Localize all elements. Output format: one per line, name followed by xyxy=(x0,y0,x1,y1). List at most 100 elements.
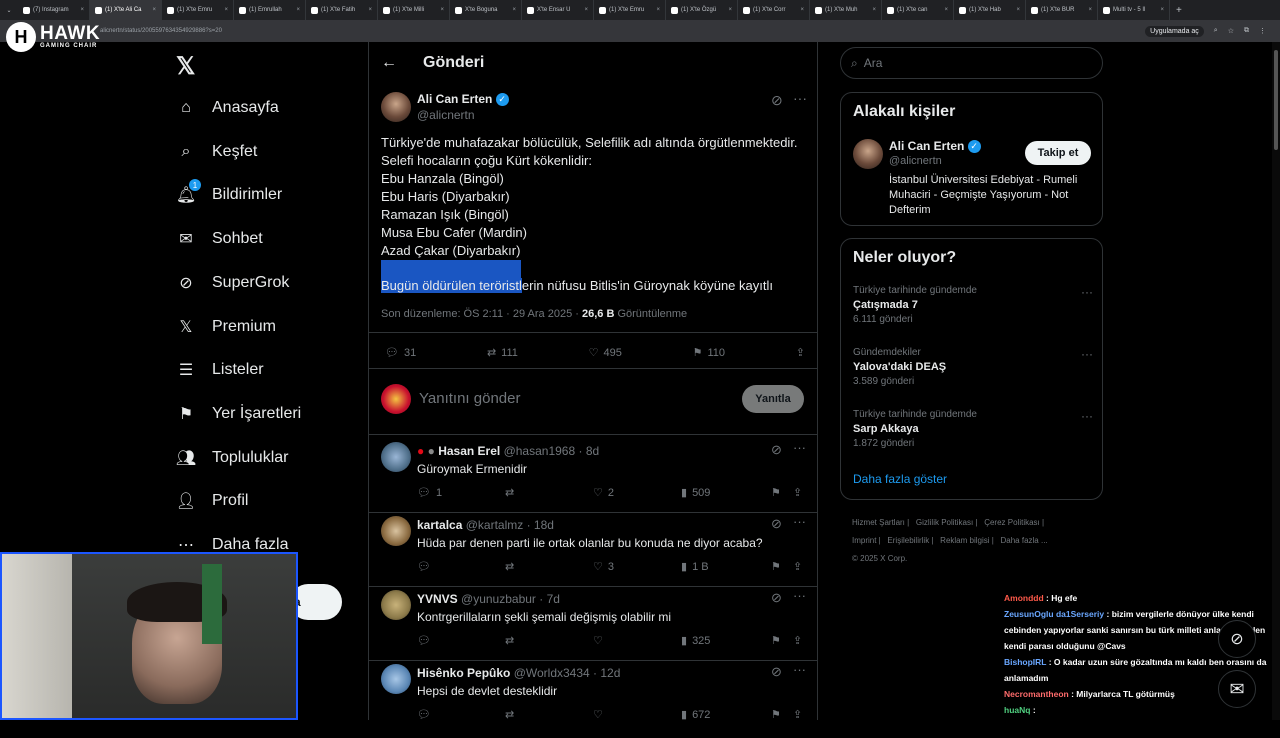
browser-tab[interactable]: (1) X'te Muh × xyxy=(810,0,882,20)
browser-tab[interactable]: (1) Emrullah × xyxy=(234,0,306,20)
close-icon[interactable]: × xyxy=(512,7,516,13)
reply-button[interactable]: 💬︎ 1 xyxy=(417,486,505,500)
reply-item[interactable]: ● ● Hasan Erel @hasan1968 · 8d ⊘ ··· Güroym… xyxy=(369,440,817,516)
browser-tab[interactable]: X'te Ensar U × xyxy=(522,0,594,20)
grok-icon[interactable]: ⊘ xyxy=(771,442,782,458)
close-icon[interactable]: × xyxy=(800,7,804,13)
browser-tab[interactable]: (1) X'te Ali Ca × xyxy=(90,0,162,20)
trend-item[interactable]: Türkiye tarihinde gündemde Sarp Akkaya 1.8… xyxy=(853,409,1093,449)
nav-item-sohbet[interactable]: ✉ Sohbet xyxy=(175,228,262,250)
more-options-icon[interactable]: ··· xyxy=(793,588,806,603)
nav-item-bildirimler[interactable]: 🔔︎ 1 Bildirimler xyxy=(175,179,282,206)
views-button[interactable]: ▮ 1 B xyxy=(681,560,771,574)
reply-button[interactable]: 💬︎ xyxy=(417,708,505,721)
more-options-icon[interactable]: ··· xyxy=(793,662,806,677)
reply-item[interactable]: Hisênko Pepûko @Worldx3434 · 12d ⊘ ··· Heps… xyxy=(369,662,817,738)
browser-tab[interactable]: (1) X'te Emru × xyxy=(594,0,666,20)
related-name[interactable]: Ali Can Erten xyxy=(889,139,964,153)
reply-input[interactable]: Yanıtını gönder xyxy=(419,390,520,407)
more-options-icon[interactable]: ··· xyxy=(793,514,806,529)
grok-icon[interactable]: ⊘ xyxy=(771,590,782,606)
share-button[interactable]: ⇪ xyxy=(793,486,802,499)
browser-tab[interactable]: (1) X'te Milli × xyxy=(378,0,450,20)
reply-time[interactable]: 8d xyxy=(586,444,599,458)
back-arrow-icon[interactable]: ← xyxy=(381,54,397,72)
like-button[interactable]: ♡ 495 xyxy=(589,346,622,360)
reply-button[interactable]: 💬︎ xyxy=(417,560,505,573)
reply-item[interactable]: kartalca @kartalmz · 18d ⊘ ··· Hüda par den… xyxy=(369,514,817,590)
bookmark-button[interactable]: ⚑ xyxy=(771,486,793,499)
repost-button[interactable]: ⇄ xyxy=(505,486,593,499)
repost-button[interactable]: ⇄ 111 xyxy=(487,346,518,360)
browser-tab[interactable]: (1) X'te Emru × xyxy=(162,0,234,20)
reply-time[interactable]: 7d xyxy=(547,592,560,606)
browser-tab[interactable]: (1) X'te Corr × xyxy=(738,0,810,20)
close-icon[interactable]: × xyxy=(296,7,300,13)
related-avatar[interactable] xyxy=(853,139,883,169)
like-button[interactable]: ♡ 3 xyxy=(593,560,681,574)
new-tab-icon[interactable]: + xyxy=(1170,5,1188,16)
footer-cookies[interactable]: Çerez Politikası xyxy=(984,518,1040,527)
star-icon[interactable]: ☆ xyxy=(1228,27,1234,35)
reply-avatar[interactable] xyxy=(381,664,411,694)
bookmark-button[interactable]: ⚑ xyxy=(771,634,793,647)
share-button[interactable]: ⇪ xyxy=(793,560,802,573)
footer-terms[interactable]: Hizmet Şartları xyxy=(852,518,905,527)
more-options-icon[interactable]: ··· xyxy=(1081,285,1093,299)
url-field[interactable]: alicnertn/status/2005597634354929886?s=2… xyxy=(100,28,222,34)
related-handle[interactable]: @alicnertn xyxy=(889,155,942,167)
views-button[interactable]: ▮ 325 xyxy=(681,634,771,648)
bookmark-button[interactable]: ⚑ xyxy=(771,560,793,573)
close-icon[interactable]: × xyxy=(1088,7,1092,13)
repost-button[interactable]: ⇄ xyxy=(505,708,593,721)
reply-author-name[interactable]: YVNVS xyxy=(417,592,458,606)
reply-author-name[interactable]: Hisênko Pepûko xyxy=(417,666,510,680)
share-button[interactable]: ⇪ xyxy=(796,346,805,359)
nav-item-supergrok[interactable]: ⊘ SuperGrok xyxy=(175,272,289,294)
like-button[interactable]: ♡ 2 xyxy=(593,486,681,500)
trend-item[interactable]: Gündemdekiler Yalova'daki DEAŞ 3.589 gönde… xyxy=(853,347,1093,387)
reply-author-handle[interactable]: @hasan1968 xyxy=(504,444,576,458)
nav-item-yer-i̇şaretleri[interactable]: ⚑ Yer İşaretleri xyxy=(175,403,301,425)
grok-icon[interactable]: ⊘ xyxy=(771,516,782,532)
bookmark-button[interactable]: ⚑ 110 xyxy=(693,346,725,360)
post-timestamp[interactable]: Son düzenleme: ÖS 2:11 · 29 Ara 2025 · xyxy=(381,308,582,320)
like-button[interactable]: ♡ xyxy=(593,708,681,721)
repost-button[interactable]: ⇄ xyxy=(505,560,593,573)
footer-imprint[interactable]: Imprint xyxy=(852,536,876,545)
reply-time[interactable]: 18d xyxy=(534,518,554,532)
author-name[interactable]: Ali Can Erten xyxy=(417,92,492,106)
show-more-link[interactable]: Daha fazla göster xyxy=(853,472,947,486)
open-in-app-button[interactable]: Uygulamada aç xyxy=(1145,25,1204,37)
scrollbar-thumb[interactable] xyxy=(1274,50,1278,150)
reply-avatar[interactable] xyxy=(381,442,411,472)
browser-tab[interactable]: (1) X'te Fatih × xyxy=(306,0,378,20)
browser-tab[interactable]: X'te Boguna × xyxy=(450,0,522,20)
extensions-icon[interactable]: ⧉ xyxy=(1244,27,1249,35)
like-button[interactable]: ♡ xyxy=(593,634,681,647)
nav-item-profil[interactable]: 👤︎ Profil xyxy=(175,490,249,512)
share-button[interactable]: ⇪ xyxy=(793,708,802,721)
close-icon[interactable]: × xyxy=(728,7,732,13)
reply-author-handle[interactable]: @kartalmz xyxy=(466,518,524,532)
browser-tab[interactable]: (1) X'te Hab × xyxy=(954,0,1026,20)
nav-item-listeler[interactable]: ☰ Listeler xyxy=(175,359,264,381)
more-options-icon[interactable]: ··· xyxy=(793,440,806,455)
more-options-icon[interactable]: ··· xyxy=(1081,409,1093,423)
messages-float-button[interactable]: ✉ xyxy=(1218,670,1256,708)
close-icon[interactable]: × xyxy=(872,7,876,13)
repost-button[interactable]: ⇄ xyxy=(505,634,593,647)
reply-button[interactable]: 💬︎ xyxy=(417,634,505,647)
views-button[interactable]: ▮ 672 xyxy=(681,708,771,722)
grok-float-button[interactable]: ⊘ xyxy=(1218,620,1256,658)
browser-tab[interactable]: (1) X'te can × xyxy=(882,0,954,20)
close-icon[interactable]: × xyxy=(440,7,444,13)
tab-list-icon[interactable]: ⌄ xyxy=(0,7,18,14)
share-button[interactable]: ⇪ xyxy=(793,634,802,647)
browser-tab[interactable]: (1) X'te BUR × xyxy=(1026,0,1098,20)
reply-submit-button[interactable]: Yanıtla xyxy=(742,385,804,413)
reply-item[interactable]: YVNVS @yunuzbabur · 7d ⊘ ··· Kontrgerillala… xyxy=(369,588,817,664)
x-logo-icon[interactable]: 𝕏 xyxy=(176,52,195,81)
nav-item-anasayfa[interactable]: ⌂ Anasayfa xyxy=(175,97,279,119)
zoom-icon[interactable]: ⌕ xyxy=(1214,27,1218,35)
